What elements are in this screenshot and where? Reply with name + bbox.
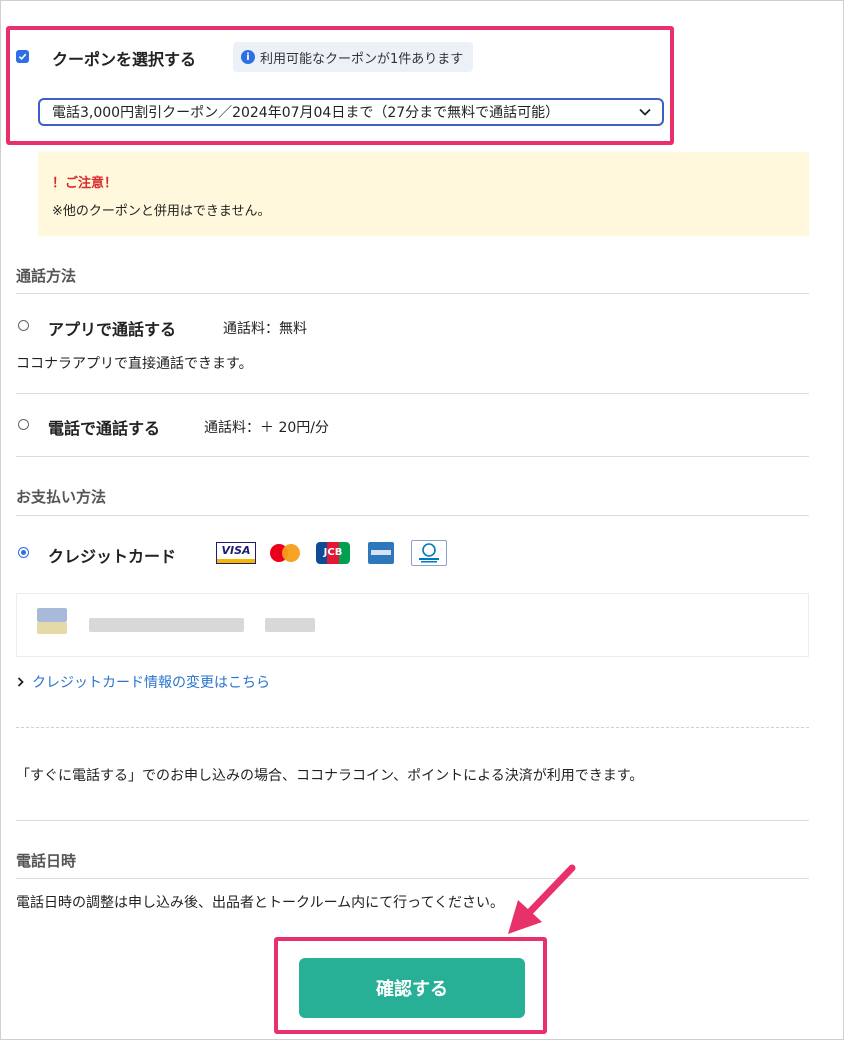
phone-call-fee: 通話料：＋ 20円/分 xyxy=(204,420,329,436)
jcb-logo-text: JCB xyxy=(323,547,343,558)
app-call-desc: ココナラアプリで直接通話できます。 xyxy=(16,356,253,372)
divider xyxy=(16,293,809,294)
phone-call-label[interactable]: 電話で通話する xyxy=(48,415,160,439)
dashed-divider xyxy=(16,727,809,728)
app-call-label[interactable]: アプリで通話する xyxy=(48,316,176,340)
call-datetime-heading: 電話日時 xyxy=(16,852,77,870)
notice-text: ※他のクーポンと併用はできません。 xyxy=(52,204,271,219)
highlight-box-confirm xyxy=(274,937,547,1034)
divider xyxy=(16,820,809,821)
visa-logo-icon: VISA xyxy=(216,542,256,564)
annotation-arrow-icon xyxy=(508,864,576,934)
app-call-fee: 通話料：無料 xyxy=(223,321,307,337)
payment-heading: お支払い方法 xyxy=(16,488,107,506)
change-card-link-text[interactable]: クレジットカード情報の変更はこちら xyxy=(32,672,270,692)
notice-title: ！ご注意！ xyxy=(52,176,118,191)
call-datetime-text: 電話日時の調整は申し込み後、出品者とトークルーム内にて行ってください。 xyxy=(16,895,505,911)
divider xyxy=(16,393,809,394)
notice-box: ！ご注意！ ※他のクーポンと併用はできません。 xyxy=(38,152,809,236)
radio-phone-call[interactable] xyxy=(18,419,29,430)
divider xyxy=(16,456,809,457)
saved-card-info[interactable] xyxy=(16,593,809,657)
masked-card-expiry xyxy=(265,618,315,632)
highlight-box-coupon xyxy=(6,26,674,145)
diners-club-logo-icon xyxy=(411,540,447,566)
payment-note: 「すぐに電話する」でのお申し込みの場合、ココナラコイン、ポイントによる決済が利用… xyxy=(16,768,644,784)
visa-logo-text: VISA xyxy=(221,544,251,557)
mastercard-logo-icon xyxy=(270,544,300,562)
radio-app-call[interactable] xyxy=(18,320,29,331)
credit-card-label[interactable]: クレジットカード xyxy=(48,543,176,567)
chevron-right-icon xyxy=(17,677,24,687)
radio-credit-card[interactable] xyxy=(18,547,29,558)
amex-logo-icon xyxy=(368,542,394,564)
jcb-logo-icon: JCB xyxy=(316,542,350,564)
call-method-heading: 通話方法 xyxy=(16,267,77,285)
divider xyxy=(16,878,809,879)
card-brand-icon xyxy=(37,608,67,622)
masked-card-number xyxy=(89,618,244,632)
divider xyxy=(16,515,809,516)
change-card-link[interactable]: クレジットカード情報の変更はこちら xyxy=(16,672,270,692)
